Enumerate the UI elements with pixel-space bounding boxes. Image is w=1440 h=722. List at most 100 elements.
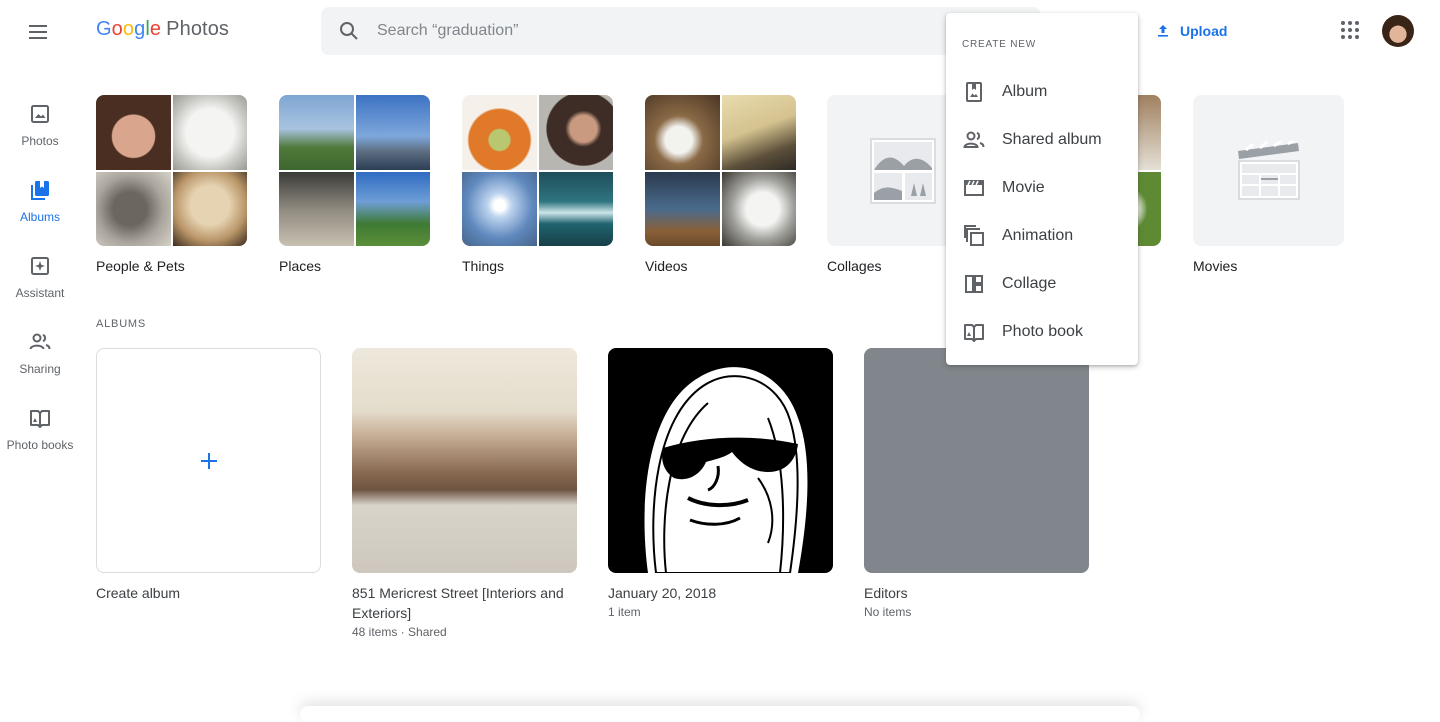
thumbnail-photo xyxy=(645,171,720,246)
search-input[interactable] xyxy=(377,7,977,55)
menu-item-movie[interactable]: Movie xyxy=(946,164,1138,212)
apps-grid-icon[interactable] xyxy=(1338,18,1362,42)
menu-item-label: Animation xyxy=(1002,227,1074,244)
thumbnail-photo xyxy=(721,171,796,246)
thumbnail-photo xyxy=(279,95,354,170)
search-icon[interactable] xyxy=(337,19,361,43)
thumbnail-photo xyxy=(96,171,171,246)
album-card[interactable]: Editors No items xyxy=(864,348,1089,619)
thumbnail-photo xyxy=(355,171,430,246)
category-thumbnail xyxy=(279,95,430,246)
logo-letter: G xyxy=(96,18,112,40)
sidebar-item-label: Photo books xyxy=(6,438,74,452)
animation-icon xyxy=(964,225,984,246)
menu-item-label: Shared album xyxy=(1002,131,1102,148)
album-cover xyxy=(864,348,1089,573)
album-meta: 48 items · Shared xyxy=(352,625,447,639)
category-label: Movies xyxy=(1193,258,1238,274)
thumbnail-photo xyxy=(279,171,354,246)
create-album-button[interactable] xyxy=(96,348,321,573)
hamburger-icon xyxy=(29,25,47,27)
thumbnail-photo xyxy=(172,95,247,170)
album-card[interactable]: January 20, 2018 1 item xyxy=(608,348,833,619)
category-things[interactable]: Things xyxy=(462,95,613,274)
photo-icon xyxy=(31,105,49,123)
album-title: Editors xyxy=(864,585,908,601)
sidebar-item-sharing[interactable]: Sharing xyxy=(0,322,80,398)
thumbnail-photo xyxy=(462,171,537,246)
upload-label: Upload xyxy=(1180,23,1228,39)
upload-button[interactable]: Upload xyxy=(1150,16,1233,46)
album-title: Create album xyxy=(96,585,181,601)
account-avatar[interactable] xyxy=(1382,15,1414,47)
album-cover xyxy=(608,348,833,573)
google-photos-logo[interactable]: Google Photos xyxy=(96,18,229,41)
movie-placeholder-icon xyxy=(1237,140,1300,200)
album-meta: 1 item xyxy=(608,605,641,619)
assistant-icon xyxy=(31,257,49,275)
menu-item-album[interactable]: Album xyxy=(946,68,1138,116)
sidebar-item-assistant[interactable]: Assistant xyxy=(0,246,80,322)
category-label: Videos xyxy=(645,258,688,274)
thumbnail-photo xyxy=(721,95,796,170)
albums-icon xyxy=(31,181,49,200)
bottom-sheet-edge xyxy=(300,706,1140,722)
movie-icon xyxy=(964,180,984,196)
album-icon xyxy=(966,82,982,102)
sidebar-nav: Photos Albums Assistant Sharing Photo bo… xyxy=(0,94,80,474)
category-thumbnail xyxy=(96,95,247,246)
hamburger-icon-line xyxy=(29,31,47,33)
category-places[interactable]: Places xyxy=(279,95,430,274)
menu-item-animation[interactable]: Animation xyxy=(946,212,1138,260)
category-videos[interactable]: Videos xyxy=(645,95,796,274)
logo-letter: o xyxy=(111,18,123,40)
hamburger-icon-line xyxy=(29,37,47,39)
thumbnail-photo xyxy=(462,95,537,170)
menu-item-label: Photo book xyxy=(1002,323,1083,340)
album-title: 851 Mericrest Street [Interiors and Exte… xyxy=(352,585,564,621)
main-menu-button[interactable] xyxy=(26,22,50,42)
thumbnail-photo xyxy=(538,171,613,246)
thumbnail-photo xyxy=(172,171,247,246)
top-app-bar: GooglePhotos Upload xyxy=(0,0,1440,64)
sharing-icon xyxy=(29,333,51,350)
album-cover xyxy=(352,348,577,573)
create-new-menu: CREATE NEW Album Shared album Movie Anim… xyxy=(946,13,1138,365)
album-card[interactable]: 851 Mericrest Street [Interiors and Exte… xyxy=(352,348,577,639)
logo-letter: e xyxy=(149,18,162,40)
category-people-pets[interactable]: People & Pets xyxy=(96,95,247,274)
sidebar-item-label: Photos xyxy=(21,134,59,148)
category-label: People & Pets xyxy=(96,258,185,274)
photo-books-icon xyxy=(30,410,50,428)
menu-item-shared-album[interactable]: Shared album xyxy=(946,116,1138,164)
portrait-illustration xyxy=(644,367,808,573)
album-meta: No items xyxy=(864,605,912,619)
logo-letter: g xyxy=(134,18,146,40)
plus-icon xyxy=(200,452,217,469)
search-bar[interactable] xyxy=(321,7,1041,55)
sidebar-item-label: Assistant xyxy=(15,286,65,300)
menu-item-collage[interactable]: Collage xyxy=(946,260,1138,308)
sidebar-item-photo-books[interactable]: Photo books xyxy=(0,398,80,474)
menu-item-photo-book[interactable]: Photo book xyxy=(946,308,1138,356)
shared-album-icon xyxy=(963,131,985,148)
album-card-create[interactable]: Create album xyxy=(96,348,321,603)
category-thumbnail xyxy=(645,95,796,246)
menu-heading: CREATE NEW xyxy=(962,39,1036,50)
thumbnail-photo xyxy=(96,95,171,170)
category-label: Places xyxy=(279,258,322,274)
menu-item-label: Album xyxy=(1002,83,1048,100)
thumbnail-photo xyxy=(355,95,430,170)
logo-letter: o xyxy=(122,18,135,40)
sidebar-item-albums[interactable]: Albums xyxy=(0,170,80,246)
logo-product-name: Photos xyxy=(166,18,230,40)
category-movies[interactable]: Movies xyxy=(1193,95,1344,274)
thumbnail-photo xyxy=(538,95,613,170)
sidebar-item-photos[interactable]: Photos xyxy=(0,94,80,170)
menu-item-label: Movie xyxy=(1002,179,1045,196)
albums-section-title: ALBUMS xyxy=(96,318,147,330)
thumbnail-photo xyxy=(645,95,720,170)
photo-book-icon xyxy=(964,324,984,342)
category-label: Things xyxy=(462,258,505,274)
sidebar-item-label: Sharing xyxy=(19,362,61,376)
